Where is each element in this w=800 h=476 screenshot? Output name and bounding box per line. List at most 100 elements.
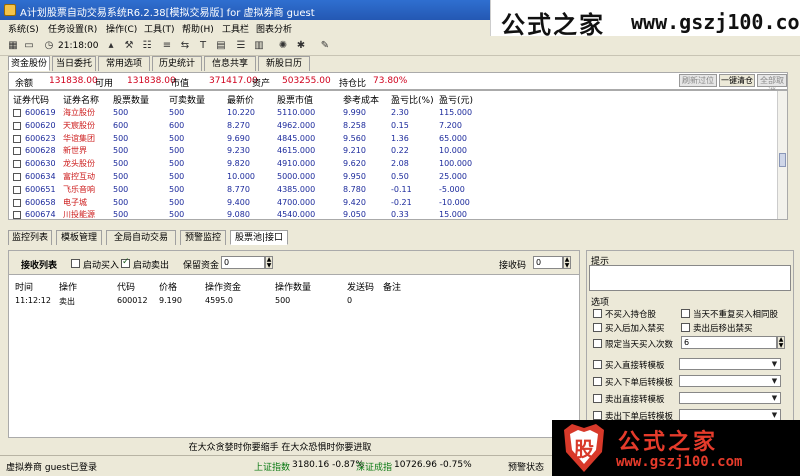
row-checkbox[interactable] (13, 109, 21, 117)
table-icon[interactable]: ▥ (252, 39, 266, 53)
row-checkbox[interactable] (13, 121, 21, 130)
monitor-icon[interactable]: ▭ (22, 39, 36, 53)
clear-all-button[interactable]: 一键清仓 (719, 74, 755, 87)
rcol-fund[interactable]: 操作资金 (205, 280, 241, 293)
buy-template-select[interactable]: ▼ (679, 358, 781, 370)
rcol-time[interactable]: 时间 (15, 280, 33, 293)
col-mv[interactable]: 股票市值 (277, 93, 313, 106)
refresh-position-button[interactable]: 刷新过位 (679, 74, 717, 87)
tab-alert-monitor[interactable]: 预警监控 (180, 230, 226, 245)
menu-toolbar[interactable]: 工具栏 (222, 22, 249, 35)
text-icon[interactable]: T (196, 39, 210, 53)
auto-sell-checkbox[interactable]: ✓ (121, 257, 130, 268)
indicator-icon[interactable]: ⚒ (122, 39, 136, 53)
grid-icon[interactable]: ▦ (6, 39, 20, 53)
tab-common-options[interactable]: 常用选项 (98, 56, 150, 71)
list-icon[interactable]: ☰ (234, 39, 248, 53)
vertical-scrollbar[interactable] (777, 91, 787, 219)
table-row[interactable]: 600623 华谊集团 500 500 9.690 4845.000 9.560 1.36 65… (9, 133, 779, 145)
menu-tools[interactable]: 工具(T) (144, 22, 175, 35)
rcol-qty[interactable]: 操作数量 (275, 280, 311, 293)
receive-code-input[interactable]: 0 (533, 256, 563, 269)
table-row[interactable]: 600674 川投能源 500 500 9.080 4540.000 9.050 0.33 15… (9, 209, 779, 219)
menu-task-settings[interactable]: 任务设置(R) (48, 22, 97, 35)
col-pl[interactable]: 盈亏(元) (439, 93, 473, 106)
forbid-after-buy-checkbox[interactable] (593, 323, 602, 332)
rcol-note[interactable]: 备注 (383, 280, 401, 293)
table-row[interactable]: 600620 天宸股份 600 600 8.270 4962.000 8.258 0.15 7.… (9, 120, 779, 132)
tab-monitor-list[interactable]: 监控列表 (8, 230, 52, 245)
spin-up-icon[interactable]: ▴ (104, 39, 118, 53)
col-cost[interactable]: 参考成本 (343, 93, 379, 106)
col-avail[interactable]: 可卖数量 (169, 93, 205, 106)
row-checkbox[interactable] (13, 198, 21, 207)
row-checkbox[interactable] (13, 134, 21, 143)
arrows-icon[interactable]: ⇆ (178, 39, 192, 53)
sell-template-select[interactable]: ▼ (679, 392, 781, 404)
buy-after-order-select[interactable]: ▼ (679, 375, 781, 387)
buy-template-checkbox[interactable] (593, 360, 602, 369)
gear-icon[interactable]: ✱ (294, 39, 308, 53)
menu-help[interactable]: 帮助(H) (182, 22, 214, 35)
cancel-all-button[interactable]: 全部取消 (757, 74, 787, 96)
col-code[interactable]: 证券代码 (13, 93, 49, 106)
sun-icon[interactable]: ✺ (276, 39, 290, 53)
lines-icon[interactable]: ≡ (160, 39, 174, 53)
cell-qty: 500 (113, 146, 129, 156)
row-checkbox[interactable] (13, 173, 21, 181)
wand-icon[interactable]: ✎ (318, 39, 332, 53)
chart-icon[interactable]: ☷ (140, 39, 154, 53)
table-row[interactable]: 600634 富控互动 500 500 10.000 5000.000 9.950 0.50 2… (9, 171, 779, 183)
cell-mv: 4962.000 (277, 120, 316, 130)
rcol-code[interactable]: 代码 (117, 280, 135, 293)
rcol-send[interactable]: 发送码 (347, 280, 374, 293)
tab-info-share[interactable]: 信息共享 (204, 56, 256, 71)
tab-funds-positions[interactable]: 资金股份 (8, 56, 50, 71)
col-name[interactable]: 证券名称 (63, 93, 99, 106)
col-qty[interactable]: 股票数量 (113, 93, 149, 106)
sell-template-checkbox[interactable] (593, 394, 602, 403)
row-checkbox[interactable] (13, 185, 21, 194)
menu-chart-analysis[interactable]: 图表分析 (256, 22, 292, 35)
table-row[interactable]: 600630 龙头股份 500 500 9.820 4910.000 9.620 2.08 10… (9, 158, 779, 170)
tab-stock-pool-interface[interactable]: 股票池|接口 (230, 230, 288, 245)
limit-buy-count-input[interactable]: 6 (681, 336, 777, 349)
rcol-op[interactable]: 操作 (59, 280, 77, 293)
menu-system[interactable]: 系统(S) (8, 22, 39, 35)
table-row[interactable]: 600628 新世界 500 500 9.230 4615.000 9.210 0.22 10.… (9, 145, 779, 157)
scrollbar-thumb[interactable] (779, 153, 786, 167)
tab-today-orders[interactable]: 当日委托 (52, 56, 96, 71)
table-row[interactable]: 600658 电子城 500 500 9.400 4700.000 9.420 -0.21 -1… (9, 197, 779, 209)
row-checkbox[interactable] (13, 147, 21, 156)
table-row[interactable]: 600619 海立股份 500 500 10.220 5110.000 9.990 2.30 1… (9, 107, 779, 119)
buy-after-order-checkbox[interactable] (593, 377, 602, 386)
limit-buy-count-checkbox[interactable] (593, 339, 602, 348)
cell-name: 龙头股份 (63, 159, 95, 169)
sell-after-order-checkbox[interactable] (593, 411, 602, 420)
cell-pl: -5.000 (439, 184, 465, 194)
tab-template-manage[interactable]: 模板管理 (56, 230, 102, 245)
reserve-funds-stepper[interactable]: ▲ ▼ (265, 256, 273, 269)
menu-operate[interactable]: 操作(C) (106, 22, 137, 35)
tab-ipo-calendar[interactable]: 新股日历 (258, 56, 310, 71)
table-row[interactable]: 600651 飞乐音响 500 500 8.770 4385.000 8.780 -0.11 -… (9, 184, 779, 196)
tab-global-auto-trade[interactable]: 全局自动交易 (106, 230, 176, 245)
no-buy-held-checkbox[interactable] (593, 309, 602, 318)
tab-history-stats[interactable]: 历史统计 (152, 56, 202, 71)
cell-cost: 9.990 (343, 108, 366, 117)
col-pct[interactable]: 盈亏比(%) (391, 93, 434, 106)
auto-buy-checkbox[interactable] (71, 259, 80, 268)
cell-pct: 0.50 (391, 172, 409, 181)
rcol-price[interactable]: 价格 (159, 280, 177, 293)
row-checkbox[interactable] (13, 211, 21, 219)
sz-index-label: 深证成指 (356, 463, 393, 473)
doc-icon[interactable]: ▤ (214, 39, 228, 53)
receive-code-stepper[interactable]: ▲ ▼ (563, 256, 571, 269)
limit-buy-count-stepper[interactable]: ▲ ▼ (777, 336, 785, 349)
forbid-after-sell-checkbox[interactable] (681, 323, 690, 332)
reserve-funds-input[interactable]: 0 (221, 256, 265, 269)
no-repeat-checkbox[interactable] (681, 309, 690, 318)
row-checkbox[interactable] (13, 160, 21, 169)
tips-textbox[interactable] (589, 265, 791, 291)
col-price[interactable]: 最新价 (227, 93, 254, 106)
